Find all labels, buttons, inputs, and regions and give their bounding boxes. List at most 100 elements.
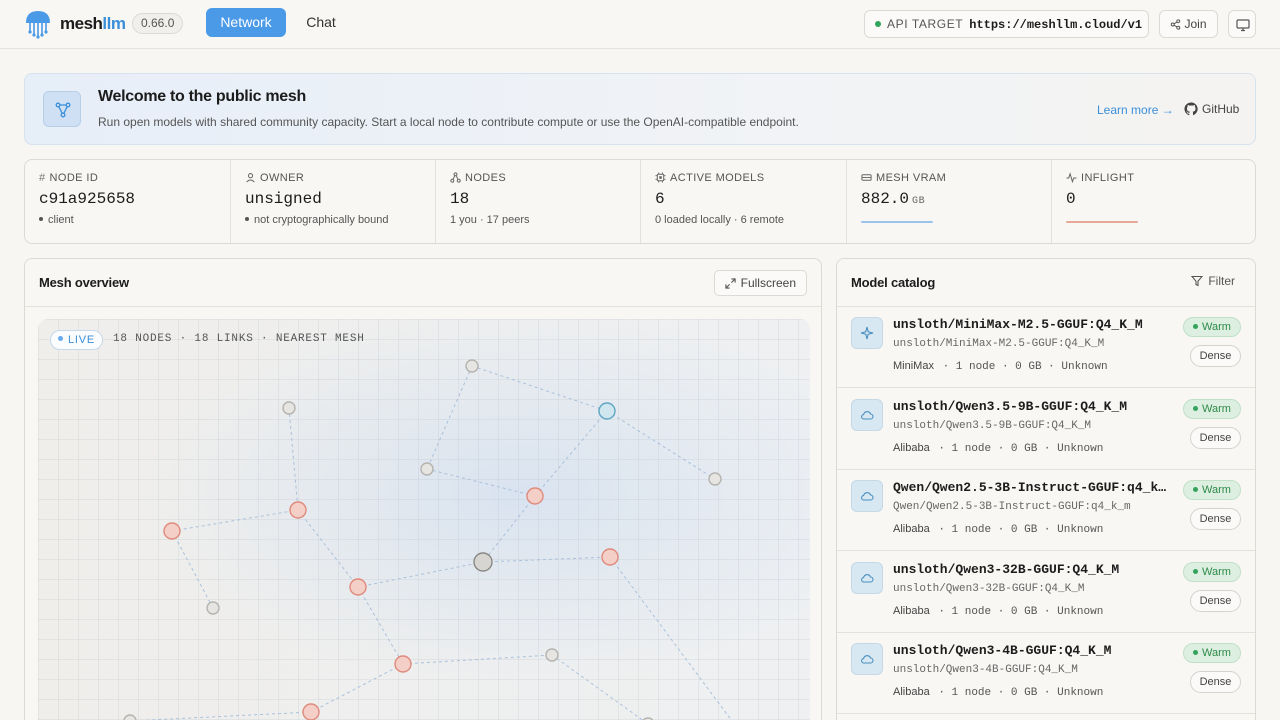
stat-label: ACTIVE MODELS — [670, 172, 765, 184]
status-label: Warm — [1202, 647, 1231, 659]
live-label: LIVE — [68, 334, 96, 346]
model-catalog-title: Model catalog — [851, 275, 936, 290]
cloud-icon — [851, 398, 883, 431]
mesh-node[interactable] — [302, 703, 320, 720]
cpu-icon — [655, 172, 666, 183]
github-link-label: GitHub — [1202, 102, 1240, 116]
mesh-node[interactable] — [123, 714, 137, 720]
stat-value: 0 — [1066, 190, 1076, 208]
model-row[interactable]: unsloth/Qwen3.5-9B-GGUF:Q4_K_M unsloth/Qw… — [837, 389, 1255, 470]
model-name: unsloth/Qwen3.5-9B-GGUF:Q4_K_M — [893, 398, 1128, 414]
expand-icon — [725, 278, 736, 289]
model-row[interactable]: Qwen/Qwen2.5-3B-Instruct-GGUF:q4_k_m Qwen… — [837, 470, 1255, 551]
status-badge: Warm — [1183, 398, 1241, 419]
warm-dot — [1193, 568, 1199, 574]
mesh-link — [357, 561, 484, 588]
warm-dot — [1193, 405, 1199, 411]
banner-title: Welcome to the public mesh — [98, 88, 306, 105]
model-id: Qwen/Qwen2.5-3B-Instruct-GGUF:q4_k_m — [893, 501, 1131, 513]
mesh-node[interactable] — [598, 402, 616, 420]
status-label: Warm — [1202, 484, 1231, 496]
model-name: unsloth/MiniMax-M2.5-GGUF:Q4_K_M — [893, 317, 1143, 332]
mesh-link — [482, 556, 611, 563]
stat-inflight: INFLIGHT 0 — [1052, 160, 1255, 243]
api-target-url: https://meshllm.cloud/v1 — [969, 18, 1143, 32]
welcome-banner: Welcome to the public mesh Run open mode… — [24, 73, 1256, 145]
jellyfish-logo-icon[interactable] — [24, 9, 52, 39]
mesh-overview-title: Mesh overview — [39, 275, 129, 290]
mesh-link — [171, 530, 214, 609]
fullscreen-button[interactable]: Fullscreen — [713, 270, 807, 296]
mesh-node[interactable] — [465, 359, 479, 373]
mesh-node[interactable] — [473, 552, 493, 572]
mesh-overview-panel: Mesh overview Fullscreen LIVE 18 NODES ·… — [24, 258, 822, 720]
model-row[interactable]: unsloth/Qwen3-4B-GGUF:Q4_K_M unsloth/Qwen… — [837, 633, 1255, 714]
model-meta: Alibaba · 1 node · 0 GB · Unknown — [893, 442, 1103, 455]
mesh-link — [609, 556, 732, 720]
mesh-graph[interactable]: LIVE 18 NODES · 18 LINKS · NEAREST MESH — [38, 319, 810, 720]
mesh-node[interactable] — [601, 548, 619, 566]
mesh-node[interactable] — [349, 578, 367, 596]
mesh-node[interactable] — [394, 655, 412, 673]
mesh-link — [288, 407, 299, 511]
mesh-link — [606, 410, 716, 480]
mesh-link — [426, 468, 536, 497]
filter-button[interactable]: Filter — [1191, 274, 1235, 288]
mesh-node[interactable] — [163, 522, 181, 540]
top-bar: meshllm 0.66.0 Network Chat API TARGET ht… — [0, 0, 1280, 49]
status-badge: Warm — [1183, 317, 1241, 337]
warm-dot — [1193, 650, 1199, 655]
mesh-link — [551, 654, 644, 720]
mesh-node[interactable] — [545, 648, 559, 662]
mesh-graph-svg[interactable] — [38, 319, 810, 720]
stat-sub: 1 you · 17 peers — [450, 214, 530, 226]
tab-network[interactable]: Network — [206, 8, 286, 37]
mesh-node[interactable] — [282, 401, 296, 415]
mesh-node[interactable] — [289, 501, 307, 519]
warm-dot — [1193, 324, 1199, 329]
mesh-node[interactable] — [526, 487, 544, 505]
stat-value: c91a925658 — [39, 190, 136, 208]
api-target-pill[interactable]: API TARGET https://meshllm.cloud/v1 — [864, 10, 1149, 38]
mesh-node[interactable] — [206, 601, 220, 615]
model-vendor: Alibaba — [893, 441, 930, 454]
user-icon — [246, 173, 255, 183]
model-id: unsloth/MiniMax-M2.5-GGUF:Q4_K_M — [893, 338, 1105, 350]
mesh-node[interactable] — [420, 462, 434, 476]
mesh-link — [482, 495, 536, 563]
model-row[interactable]: unsloth/Qwen3-32B-GGUF:Q4_K_M unsloth/Qwe… — [837, 552, 1255, 633]
status-label: Warm — [1202, 565, 1231, 578]
fullscreen-label: Fullscreen — [740, 276, 796, 290]
stat-sub: not cryptographically bound — [254, 214, 389, 226]
status-badge: Warm — [1183, 561, 1241, 582]
filter-label: Filter — [1208, 274, 1235, 288]
bullet-icon — [245, 217, 249, 221]
brand-name[interactable]: meshllm — [60, 14, 126, 34]
learn-more-link[interactable]: Learn more → — [1097, 103, 1174, 117]
stat-mesh-vram: MESH VRAM 882.0 GB — [847, 160, 1052, 243]
mesh-meta: 18 NODES · 18 LINKS · NEAREST MESH — [113, 333, 365, 345]
stat-node-id: # NODE ID c91a925658 client — [25, 160, 231, 243]
github-link[interactable]: GitHub — [1184, 102, 1239, 116]
live-badge: LIVE — [50, 330, 104, 350]
model-stats: · 1 node · 0 GB · Unknown — [938, 687, 1104, 699]
mesh-node[interactable] — [708, 472, 722, 486]
status-badge: Warm — [1183, 643, 1241, 663]
mesh-link — [357, 586, 404, 665]
status-label: Warm — [1202, 321, 1231, 333]
model-stats: · 1 node · 0 GB · Unknown — [942, 361, 1108, 373]
vram-value: 882.0 — [861, 190, 910, 208]
stat-value: 18 — [450, 190, 470, 208]
join-button[interactable]: Join — [1159, 10, 1218, 38]
stat-label: NODES — [465, 172, 507, 184]
bullet-icon — [39, 217, 43, 221]
filter-icon — [1191, 275, 1204, 287]
cloud-icon — [851, 480, 883, 512]
model-vendor: MiniMax — [893, 360, 934, 372]
model-row[interactable]: unsloth/MiniMax-M2.5-GGUF:Q4_K_M unsloth/… — [837, 307, 1255, 388]
tab-chat[interactable]: Chat — [296, 8, 346, 37]
stat-nodes: NODES 18 1 you · 17 peers — [436, 160, 641, 243]
display-mode-button[interactable] — [1228, 10, 1256, 38]
mesh-link — [297, 509, 359, 588]
model-kind-badge: Dense — [1190, 508, 1241, 530]
